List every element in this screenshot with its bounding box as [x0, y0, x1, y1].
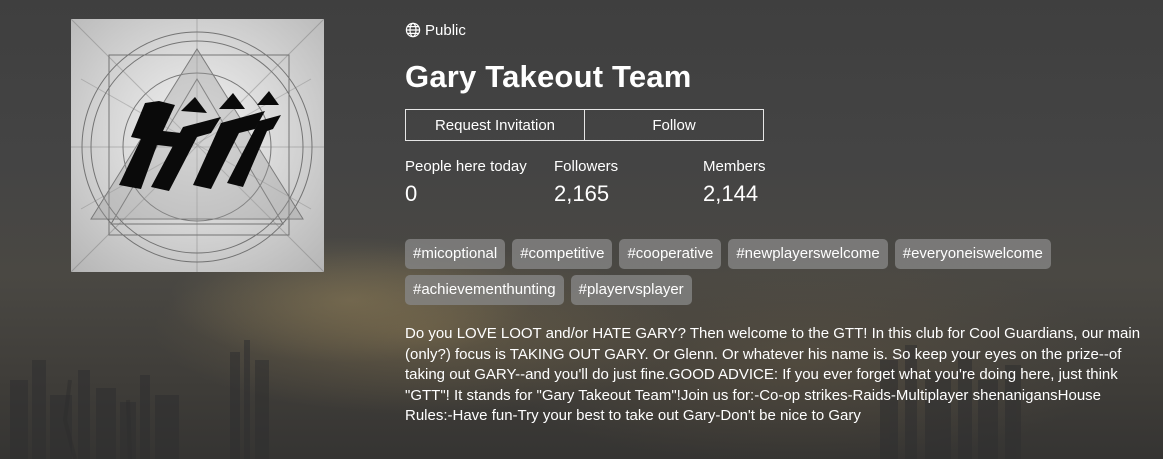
globe-icon — [405, 22, 421, 38]
tag-everyoneiswelcome[interactable]: #everyoneiswelcome — [894, 239, 1051, 269]
stat-label: Followers — [554, 158, 619, 175]
tag-cooperative[interactable]: #cooperative — [619, 239, 722, 269]
club-tags: #micoptional #competitive #cooperative #… — [405, 239, 1105, 305]
stat-followers: Followers 2,165 — [554, 157, 703, 211]
club-actions: Request Invitation Follow — [405, 109, 764, 141]
stat-value: 0 — [405, 181, 418, 206]
tag-micoptional[interactable]: #micoptional — [405, 239, 506, 269]
tag-achievementhunting[interactable]: #achievementhunting — [405, 275, 564, 305]
stat-members: Members 2,144 — [703, 157, 852, 211]
club-logo-image — [71, 19, 324, 272]
request-invitation-button[interactable]: Request Invitation — [405, 109, 585, 141]
follow-button[interactable]: Follow — [584, 109, 764, 141]
privacy-label: Public — [425, 21, 466, 39]
club-stats: People here today 0 Followers 2,165 Memb… — [405, 157, 852, 211]
stat-people-here-today: People here today 0 — [405, 157, 554, 211]
privacy-indicator: Public — [405, 19, 466, 41]
stat-value: 2,144 — [703, 181, 759, 206]
tag-playervsplayer[interactable]: #playervsplayer — [570, 275, 692, 305]
club-description: Do you LOVE LOOT and/or HATE GARY? Then … — [405, 325, 1141, 424]
tag-competitive[interactable]: #competitive — [512, 239, 613, 269]
stat-label: Members — [703, 158, 766, 175]
tag-newplayerswelcome[interactable]: #newplayerswelcome — [728, 239, 888, 269]
club-title: Gary Takeout Team — [405, 59, 692, 94]
stat-label: People here today — [405, 158, 527, 175]
stat-value: 2,165 — [554, 181, 610, 206]
